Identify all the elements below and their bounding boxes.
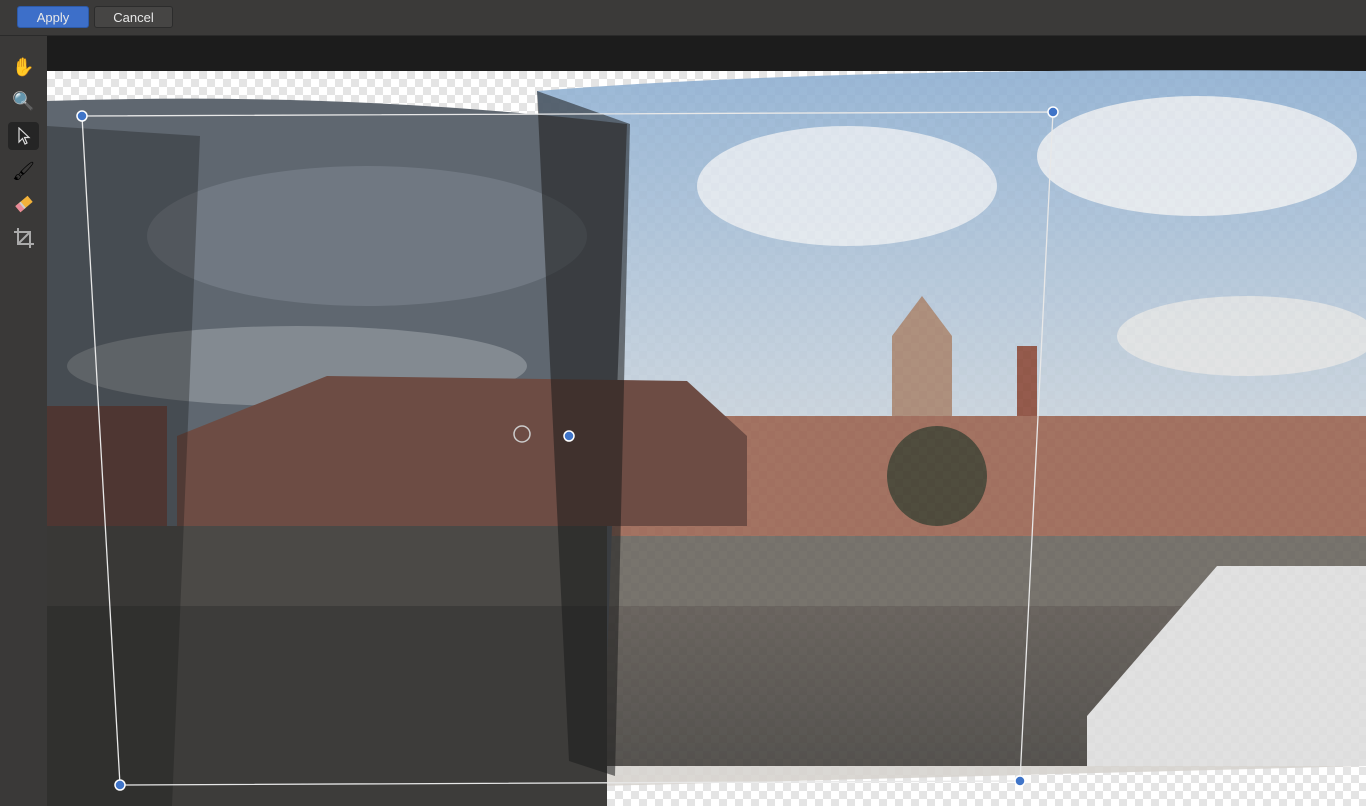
magnifier-icon: 🔍	[12, 90, 35, 111]
cancel-button[interactable]: Cancel	[94, 6, 173, 28]
brush-tool[interactable]: 🖌	[8, 157, 39, 185]
canvas[interactable]	[47, 36, 1366, 806]
crop-tool[interactable]	[8, 224, 39, 252]
eraser-tool[interactable]	[8, 190, 39, 218]
corner-handle-bottom-right[interactable]	[1014, 775, 1026, 787]
top-bar: Apply Cancel	[0, 0, 1366, 36]
corner-handle-top-right[interactable]	[1047, 106, 1059, 118]
hand-tool[interactable]: ✋	[8, 53, 39, 81]
select-tool[interactable]	[8, 122, 39, 150]
tools-panel: ✋ 🔍 🖌	[0, 36, 47, 806]
brush-icon: 🖌	[12, 160, 35, 181]
eraser-icon	[14, 195, 33, 213]
pointer-icon	[17, 127, 31, 145]
corner-handle-bottom-left[interactable]	[114, 779, 126, 791]
crop-icon	[13, 228, 34, 248]
zoom-tool[interactable]: 🔍	[8, 87, 39, 115]
apply-button[interactable]: Apply	[17, 6, 89, 28]
hand-icon: ✋	[12, 56, 35, 77]
panorama-scene	[47, 70, 1366, 806]
corner-handle-top-left[interactable]	[76, 110, 88, 122]
center-handle[interactable]	[563, 430, 575, 442]
